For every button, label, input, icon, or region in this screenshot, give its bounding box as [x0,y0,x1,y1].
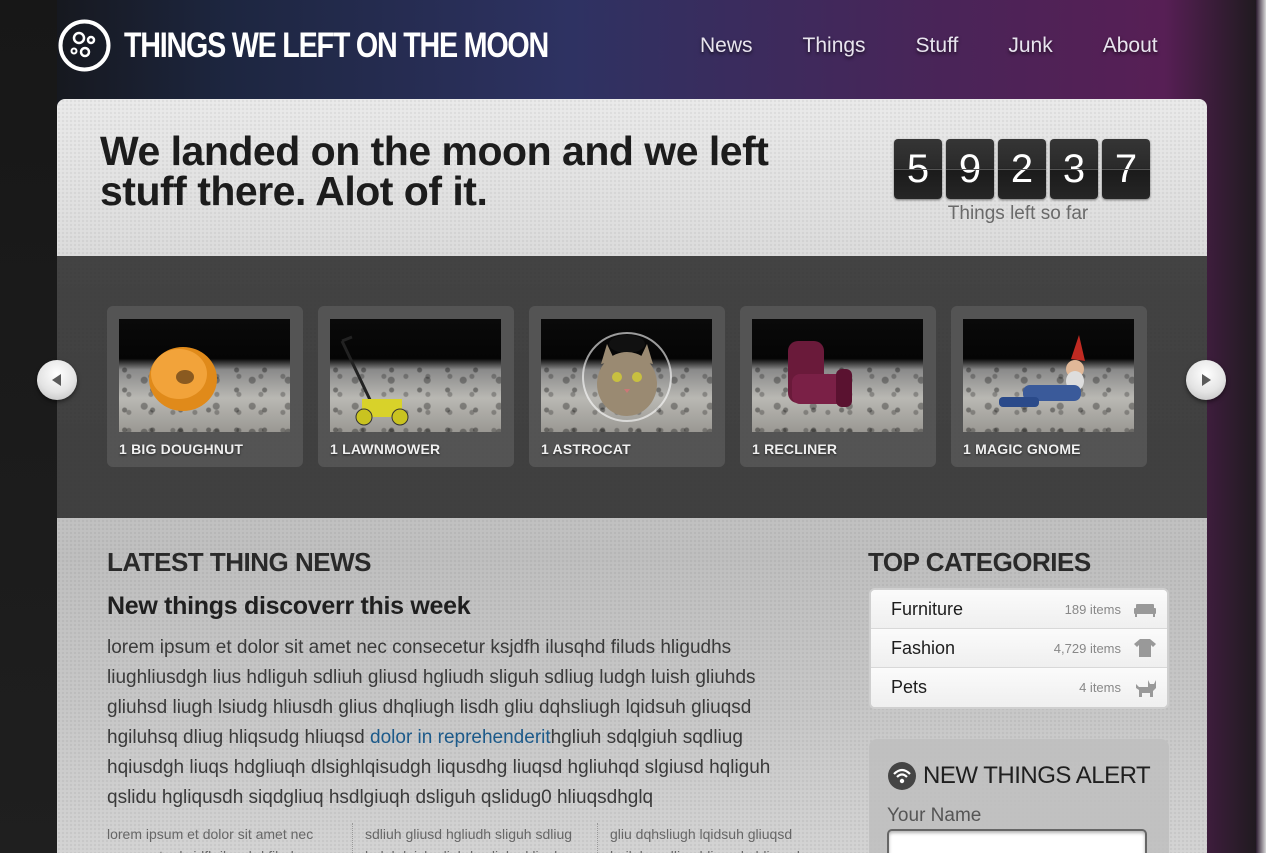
category-count: 189 items [1064,601,1121,617]
carousel-items: 1 BIG DOUGHNUT 1 LAWNMOWER 1 ASTROCAT 1 … [107,306,1147,467]
lawnmower-image [330,319,501,432]
carousel-item-label: 1 MAGIC GNOME [963,441,1081,457]
cat-icon [1136,679,1156,697]
categories-list: Furniture 189 items Fashion 4,729 items … [869,588,1169,709]
new-things-alert: NEW THINGS ALERT Your Name [869,739,1169,853]
moon-logo-icon [58,19,111,72]
arrow-left-icon [52,374,61,386]
astrocat-image [541,319,712,432]
carousel-next-button[interactable] [1186,360,1226,400]
site-title: THINGS WE LEFT ON THE MOON [124,25,549,65]
counter-digit: 2 [998,139,1046,199]
tshirt-icon [1134,639,1156,657]
counter-digit: 9 [946,139,994,199]
site-logo[interactable]: THINGS WE LEFT ON THE MOON [57,18,641,73]
rss-wifi-icon [888,762,916,790]
carousel-item[interactable]: 1 RECLINER [740,306,936,467]
gnome-icon [999,335,1085,407]
sofa-icon [1134,604,1156,617]
category-name: Pets [891,677,928,697]
alert-header: NEW THINGS ALERT [887,761,1151,791]
carousel-item-label: 1 RECLINER [752,441,838,457]
recliner-image [752,319,923,432]
arrow-right-icon [1202,374,1211,386]
nav-news[interactable]: News [700,34,753,58]
doughnut-icon [149,347,217,411]
category-count: 4,729 items [1053,640,1121,656]
news-link[interactable]: dolor in reprehenderit [370,727,551,748]
news-columns: lorem ipsum et dolor sit amet nec consec… [107,823,842,853]
category-pets[interactable]: Pets 4 items [871,668,1167,707]
main-content-card: We landed on the moon and we left stuff … [57,99,1207,853]
news-subheading: New things discoverr this week [107,592,471,620]
nav-junk[interactable]: Junk [1008,34,1052,58]
categories-heading: TOP CATEGORIES [868,547,1091,577]
recliner-icon [788,341,852,407]
category-count: 4 items [1079,680,1121,695]
carousel-item-label: 1 BIG DOUGHNUT [119,441,244,457]
carousel-band: 1 BIG DOUGHNUT 1 LAWNMOWER 1 ASTROCAT 1 … [57,256,1207,518]
right-edge [1256,0,1266,853]
category-name: Fashion [891,637,956,658]
carousel-prev-button[interactable] [37,360,77,400]
lawnmower-icon [340,335,409,426]
carousel-item[interactable]: 1 MAGIC GNOME [951,306,1147,467]
counter-digit: 7 [1102,139,1150,199]
counter-label: Things left so far [947,203,1089,224]
name-label: Your Name [887,805,982,826]
hero-title: We landed on the moon and we left stuff … [100,128,769,214]
doughnut-image [119,319,290,432]
category-fashion[interactable]: Fashion 4,729 items [871,629,1167,668]
news-column: sdliuh gliusd hgliudh sliguh sdliug ludg… [352,823,597,853]
carousel-item[interactable]: 1 LAWNMOWER [318,306,514,467]
counter-digit: 3 [1050,139,1098,199]
carousel-item-label: 1 LAWNMOWER [330,441,441,457]
main-nav: News Things Stuff Junk About [700,34,1158,58]
news-heading: LATEST THING NEWS [107,547,372,577]
carousel-item[interactable]: 1 ASTROCAT [529,306,725,467]
nav-about[interactable]: About [1103,34,1158,58]
news-column: lorem ipsum et dolor sit amet nec consec… [107,826,314,853]
left-edge [0,0,57,853]
alert-title: NEW THINGS ALERT [923,762,1151,789]
things-counter: 5 9 2 3 7 [894,139,1150,199]
nav-things[interactable]: Things [803,34,866,58]
carousel-item[interactable]: 1 BIG DOUGHNUT [107,306,303,467]
news-body: lorem ipsum et dolor sit amet nec consec… [107,633,807,813]
category-name: Furniture [891,598,964,619]
nav-stuff[interactable]: Stuff [916,34,959,58]
category-furniture[interactable]: Furniture 189 items [871,590,1167,629]
news-column: gliu dqhsliugh lqidsuh gliuqsd hgiluhsq … [597,823,842,853]
name-input[interactable] [887,829,1147,853]
counter-digit: 5 [894,139,942,199]
carousel-item-label: 1 ASTROCAT [541,441,631,457]
gnome-image [963,319,1134,432]
astrocat-icon [582,332,672,422]
